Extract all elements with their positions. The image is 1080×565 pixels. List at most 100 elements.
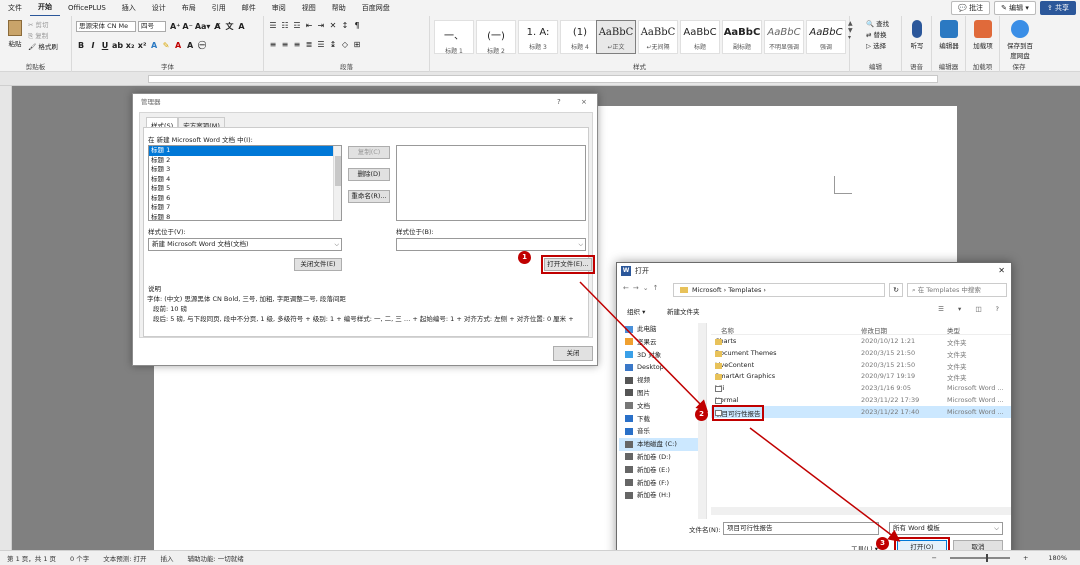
justify-button[interactable]: ≣ <box>304 40 314 49</box>
share-button[interactable]: ⇪ 共享 <box>1039 1 1076 15</box>
file-row[interactable]: 项目可行性报告 2023/11/22 17:40 Microsoft Word ..… <box>711 404 1011 421</box>
multilevel-button[interactable]: ☲ <box>292 21 302 30</box>
zoom-in-icon[interactable]: + <box>1016 554 1035 562</box>
list-scrollbar[interactable] <box>333 146 341 220</box>
style-heading-2[interactable]: (一) 标题 2 <box>476 20 516 55</box>
tree-scrollbar[interactable] <box>698 323 706 519</box>
scroll-thumb[interactable] <box>335 156 341 186</box>
menu-mailings[interactable]: 邮件 <box>234 0 264 16</box>
dictate-button[interactable]: 听写 <box>902 20 932 50</box>
file-row[interactable]: Document Themes 2020/3/15 21:50 文件夹 <box>711 347 1011 359</box>
refresh-icon[interactable]: ↻ <box>889 283 903 297</box>
tree-item[interactable]: Desktop <box>619 361 706 374</box>
file-row[interactable]: Charts 2020/10/12 1:21 文件夹 <box>711 335 1011 347</box>
comment-button[interactable]: 💬 批注 <box>951 1 991 15</box>
bullets-button[interactable]: ☰ <box>268 21 278 30</box>
list-item[interactable]: 标题 8 <box>149 213 341 221</box>
organize-button[interactable]: 组织 ▾ <box>627 306 645 316</box>
shrink-font-button[interactable]: A⁻ <box>182 22 192 31</box>
tree-item[interactable]: 新加卷 (E:) <box>619 464 706 477</box>
strikethrough-button[interactable]: ab <box>112 41 123 50</box>
enclose-char-button[interactable]: ㊀ <box>197 40 207 51</box>
italic-button[interactable]: I <box>88 41 98 50</box>
grow-font-button[interactable]: A⁺ <box>170 22 180 31</box>
align-center-button[interactable]: ≡ <box>280 40 290 49</box>
open-file-button[interactable]: 打开文件(E)... <box>541 255 595 274</box>
address-bar[interactable]: Microsoft › Templates › <box>673 283 885 297</box>
status-accessibility[interactable]: 辅助功能: 一切就绪 <box>181 553 251 563</box>
close-file-button[interactable]: 关闭文件(E) <box>294 258 342 271</box>
addins-button[interactable]: 加载项 <box>968 20 998 50</box>
tree-item[interactable]: 本地磁盘 (C:) <box>619 438 706 451</box>
line-spacing-button[interactable]: ↨ <box>328 40 338 49</box>
format-painter-button[interactable]: 🖌 格式刷 <box>28 42 58 53</box>
right-styles-list[interactable] <box>396 145 586 221</box>
copy-button[interactable]: ⎘ 复制 <box>28 31 58 42</box>
status-words[interactable]: 0 个字 <box>63 553 96 563</box>
show-marks-button[interactable]: ¶ <box>352 21 362 30</box>
numbering-button[interactable]: ☷ <box>280 21 290 30</box>
file-row[interactable]: Normal 2023/11/22 17:39 Microsoft Word ... <box>711 394 1011 406</box>
font-color-button[interactable]: A <box>173 41 183 50</box>
menu-file[interactable]: 文件 <box>0 0 30 16</box>
tree-item[interactable]: 新加卷 (H:) <box>619 489 706 502</box>
close-button[interactable]: 关闭 <box>553 346 593 361</box>
decrease-indent-button[interactable]: ⇤ <box>304 21 314 30</box>
select-button[interactable]: ▷ 选择 <box>866 41 889 52</box>
tree-item[interactable]: 3D 对象 <box>619 349 706 362</box>
menu-officeplus[interactable]: OfficePLUS <box>60 0 114 16</box>
rename-style-button[interactable]: 重命名(R)... <box>348 190 390 203</box>
menu-insert[interactable]: 插入 <box>114 0 144 16</box>
text-effects-button[interactable]: A <box>149 41 159 50</box>
subscript-button[interactable]: x₂ <box>125 41 135 50</box>
increase-indent-button[interactable]: ⇥ <box>316 21 326 30</box>
highlight-button[interactable]: ✎ <box>161 41 171 50</box>
tree-item[interactable]: 新加卷 (F:) <box>619 477 706 490</box>
file-row[interactable]: biji 2023/1/16 9:05 Microsoft Word ... <box>711 382 1011 394</box>
style-heading-3[interactable]: 1. A: 标题 3 <box>518 20 558 54</box>
list-item[interactable]: 标题 2 <box>149 156 341 166</box>
list-item[interactable]: 标题 7 <box>149 203 341 213</box>
filename-input[interactable]: 项目可行性报告 <box>723 522 879 535</box>
underline-button[interactable]: U <box>100 41 110 50</box>
style-heading-4[interactable]: (1) 标题 4 <box>560 20 600 54</box>
change-case-button[interactable]: Aa▾ <box>195 22 211 31</box>
sort-button[interactable]: ↕ <box>340 21 350 30</box>
clear-format-button[interactable]: A̸ <box>212 22 222 31</box>
view-options-icon[interactable]: ☰ ▾ ◫ ? <box>938 305 1005 313</box>
status-page[interactable]: 第 1 页，共 1 页 <box>0 553 63 563</box>
zoom-out-icon[interactable]: − <box>925 554 944 562</box>
list-item[interactable]: 标题 5 <box>149 184 341 194</box>
tree-item[interactable]: 图片 <box>619 387 706 400</box>
menu-baidu[interactable]: 百度网盘 <box>354 0 398 16</box>
cut-button[interactable]: ✂ 剪切 <box>28 20 58 31</box>
char-border-button[interactable]: A <box>236 22 246 31</box>
menu-layout[interactable]: 布局 <box>174 0 204 16</box>
menu-help[interactable]: 帮助 <box>324 0 354 16</box>
tree-item[interactable]: 视频 <box>619 374 706 387</box>
replace-button[interactable]: ⇄ 替换 <box>866 30 889 41</box>
search-input[interactable]: ⌕ 在 Templates 中搜索 <box>907 283 1007 297</box>
tree-item[interactable]: 此电脑 <box>619 323 706 336</box>
paste-button[interactable]: 粘贴 <box>6 20 24 48</box>
phonetic-button[interactable]: 文 <box>224 21 234 32</box>
tree-item[interactable]: 文档 <box>619 400 706 413</box>
style-subtle-emphasis[interactable]: AaBbC 不明显强调 <box>764 20 804 54</box>
shading-button[interactable]: ◇ <box>340 40 350 49</box>
menu-home[interactable]: 开始 <box>30 0 60 17</box>
status-predict[interactable]: 文本预测: 打开 <box>96 553 153 563</box>
file-row[interactable]: SmartArt Graphics 2020/9/17 19:19 文件夹 <box>711 370 1011 382</box>
col-name[interactable]: 名称 <box>721 325 734 335</box>
borders-button[interactable]: ⊞ <box>352 40 362 49</box>
tree-item[interactable]: 坚果云 <box>619 336 706 349</box>
menu-view[interactable]: 视图 <box>294 0 324 16</box>
list-item[interactable]: 标题 1 <box>149 146 341 156</box>
style-emphasis[interactable]: AaBbC 强调 <box>806 20 846 54</box>
tree-item[interactable]: 新加卷 (D:) <box>619 451 706 464</box>
left-styles-list[interactable]: 标题 1 标题 2 标题 3 标题 4 标题 5 标题 6 标题 7 标题 8 <box>148 145 342 221</box>
status-insert[interactable]: 插入 <box>154 553 181 563</box>
col-date[interactable]: 修改日期 <box>861 325 887 335</box>
distributed-button[interactable]: ☰ <box>316 40 326 49</box>
list-item[interactable]: 标题 4 <box>149 175 341 185</box>
menu-references[interactable]: 引用 <box>204 0 234 16</box>
